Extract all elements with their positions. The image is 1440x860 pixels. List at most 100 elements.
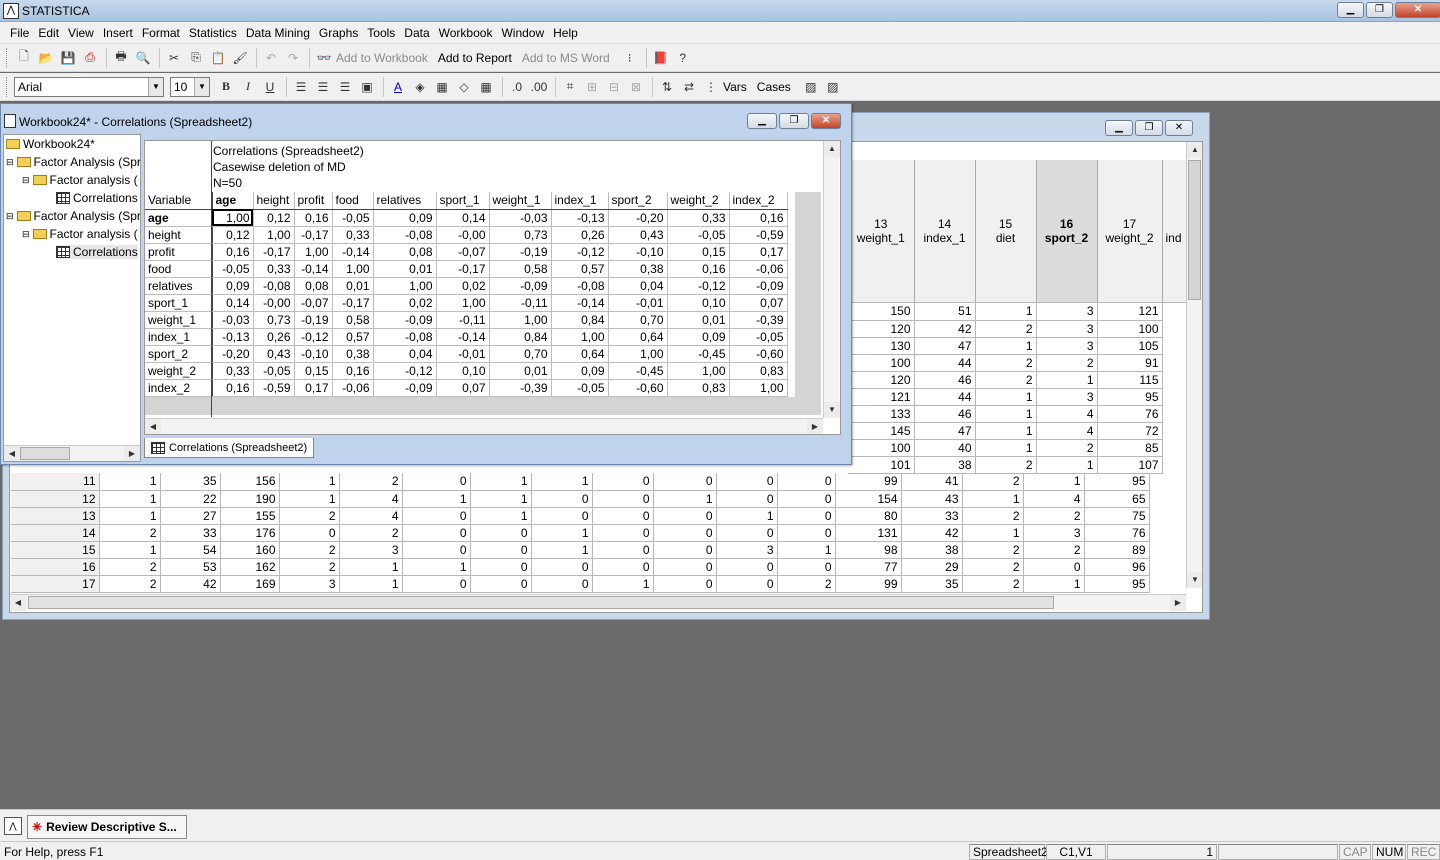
corr-cell[interactable]: -0,05 xyxy=(332,209,374,227)
print-preview-icon[interactable]: 🔍 xyxy=(133,48,153,68)
table-cell[interactable]: 1 xyxy=(716,507,778,525)
corr-cell[interactable]: 0,10 xyxy=(436,362,490,380)
col-header-weight-1[interactable]: 13 weight_1 xyxy=(848,160,915,303)
underline-icon[interactable]: U xyxy=(260,77,280,97)
help-context-icon[interactable]: ? xyxy=(673,48,693,68)
table-cell[interactable]: 89 xyxy=(1084,541,1150,559)
corr-cell[interactable]: 0,09 xyxy=(212,277,254,295)
corr-cell[interactable]: 1,00 xyxy=(729,379,788,397)
corr-cell[interactable]: -0,12 xyxy=(667,277,730,295)
corr-cell[interactable]: 1,00 xyxy=(436,294,490,312)
table-cell[interactable]: 0 xyxy=(402,541,471,559)
table-cell[interactable]: 0 xyxy=(777,524,836,542)
table-cell[interactable]: 120 xyxy=(848,371,915,389)
corr-cell[interactable]: -0,39 xyxy=(489,379,552,397)
redo-icon[interactable]: ↷ xyxy=(283,48,303,68)
corr-cell[interactable]: 0,83 xyxy=(729,362,788,380)
merge-cells-icon[interactable]: ▣ xyxy=(357,77,377,97)
corr-cell[interactable]: 0,08 xyxy=(294,277,333,295)
corr-cell[interactable]: -0,20 xyxy=(212,345,254,363)
corr-cell[interactable]: 0,38 xyxy=(608,260,668,278)
table-cell[interactable]: 133 xyxy=(848,405,915,423)
table-cell[interactable]: 100 xyxy=(848,354,915,372)
workbook-window[interactable]: Workbook24* - Correlations (Spreadsheet2… xyxy=(0,103,852,465)
find-binoculars-icon[interactable]: 👓 xyxy=(314,48,334,68)
corr-cell[interactable]: -0,03 xyxy=(212,311,254,329)
table-cell[interactable]: 75 xyxy=(1084,507,1150,525)
corr-cell[interactable]: -0,05 xyxy=(253,362,295,380)
table-cell[interactable]: 169 xyxy=(220,575,280,593)
corr-cell[interactable]: 0,83 xyxy=(667,379,730,397)
data-horizontal-scrollbar[interactable]: ◀ ▶ xyxy=(10,594,1186,611)
corr-cell[interactable]: -0,59 xyxy=(729,226,788,244)
stats-tool3-icon[interactable]: ⊠ xyxy=(626,77,646,97)
table-cell[interactable]: 0 xyxy=(653,558,717,576)
corr-cell[interactable]: 0,02 xyxy=(373,294,437,312)
table-cell[interactable]: 0 xyxy=(531,507,593,525)
corr-cell[interactable]: -0,01 xyxy=(608,294,668,312)
table-cell[interactable]: 150 xyxy=(848,303,915,321)
corr-cell[interactable]: 0,14 xyxy=(212,294,254,312)
table-cell[interactable]: 46 xyxy=(914,371,976,389)
table-cell[interactable]: 1 xyxy=(470,490,532,508)
toolbar-grip[interactable] xyxy=(6,76,10,97)
table-cell[interactable]: 1 xyxy=(1036,371,1098,389)
corr-cell[interactable]: -0,00 xyxy=(436,226,490,244)
table-cell[interactable]: 85 xyxy=(1097,439,1163,457)
table-cell[interactable]: 42 xyxy=(160,575,221,593)
corr-row-label[interactable]: height xyxy=(145,226,213,244)
corr-cell[interactable]: 0,10 xyxy=(667,294,730,312)
corr-cell[interactable]: 0,14 xyxy=(436,209,490,227)
pdf-icon[interactable]: ⎙ xyxy=(80,48,100,68)
table-cell[interactable]: 2 xyxy=(975,456,1037,474)
align-left-icon[interactable]: ☰ xyxy=(291,77,311,97)
table-cell[interactable]: 0 xyxy=(777,490,836,508)
corr-cell[interactable]: -0,05 xyxy=(212,260,254,278)
corr-cell[interactable]: -0,05 xyxy=(729,328,788,346)
corr-cell[interactable]: 0,16 xyxy=(212,379,254,397)
corr-row-label[interactable]: sport_1 xyxy=(145,294,213,312)
align-right-icon[interactable]: ☰ xyxy=(335,77,355,97)
corr-cell[interactable]: 0,09 xyxy=(551,362,609,380)
table-cell[interactable]: 3 xyxy=(1036,337,1098,355)
table-cell[interactable]: 1 xyxy=(1023,575,1085,593)
corr-cell[interactable]: 0,64 xyxy=(608,328,668,346)
table-cell[interactable]: 4 xyxy=(339,490,403,508)
corr-cell[interactable]: 0,17 xyxy=(294,379,333,397)
corr-cell[interactable]: 0,16 xyxy=(667,260,730,278)
table-cell[interactable]: 3 xyxy=(339,541,403,559)
table-cell[interactable]: 2 xyxy=(1023,507,1085,525)
corr-cell[interactable]: 0,33 xyxy=(332,226,374,244)
table-cell[interactable]: 3 xyxy=(716,541,778,559)
table-cell[interactable]: 47 xyxy=(914,337,976,355)
tree-node-factor-analysis-sub[interactable]: ⊟ Factor analysis ( xyxy=(22,173,138,187)
table-cell[interactable]: 2 xyxy=(99,524,161,542)
table-cell[interactable]: 0 xyxy=(716,575,778,593)
table-cell[interactable]: 0 xyxy=(777,473,836,491)
table-cell[interactable]: 100 xyxy=(848,439,915,457)
corr-cell[interactable]: -0,09 xyxy=(729,277,788,295)
grid-icon[interactable]: ▦ xyxy=(476,77,496,97)
table-cell[interactable]: 1 xyxy=(279,473,340,491)
corr-cell[interactable]: 0,58 xyxy=(489,260,552,278)
cut-icon[interactable]: ✂ xyxy=(164,48,184,68)
table-cell[interactable]: 1 xyxy=(975,337,1037,355)
scroll-up-icon[interactable]: ▲ xyxy=(1187,142,1202,158)
save-icon[interactable]: 💾 xyxy=(58,48,78,68)
corr-row-label[interactable]: weight_2 xyxy=(145,362,213,380)
table-cell[interactable]: 121 xyxy=(848,388,915,406)
table-cell[interactable]: 1 xyxy=(99,541,161,559)
table-cell[interactable]: 0 xyxy=(592,507,654,525)
scroll-up-icon[interactable]: ▲ xyxy=(824,141,840,157)
table-cell[interactable]: 1 xyxy=(99,507,161,525)
print-icon[interactable]: 🖶 xyxy=(111,48,131,68)
table-cell[interactable]: 0 xyxy=(716,558,778,576)
table-cell[interactable]: 1 xyxy=(975,422,1037,440)
menu-edit[interactable]: Edit xyxy=(38,26,59,40)
table-cell[interactable]: 1 xyxy=(99,490,161,508)
table-cell[interactable]: 156 xyxy=(220,473,280,491)
table-cell[interactable]: 2 xyxy=(339,473,403,491)
copy-icon[interactable]: ⎘ xyxy=(186,48,206,68)
table-cell[interactable]: 22 xyxy=(160,490,221,508)
corr-cell[interactable]: 1,00 xyxy=(551,328,609,346)
